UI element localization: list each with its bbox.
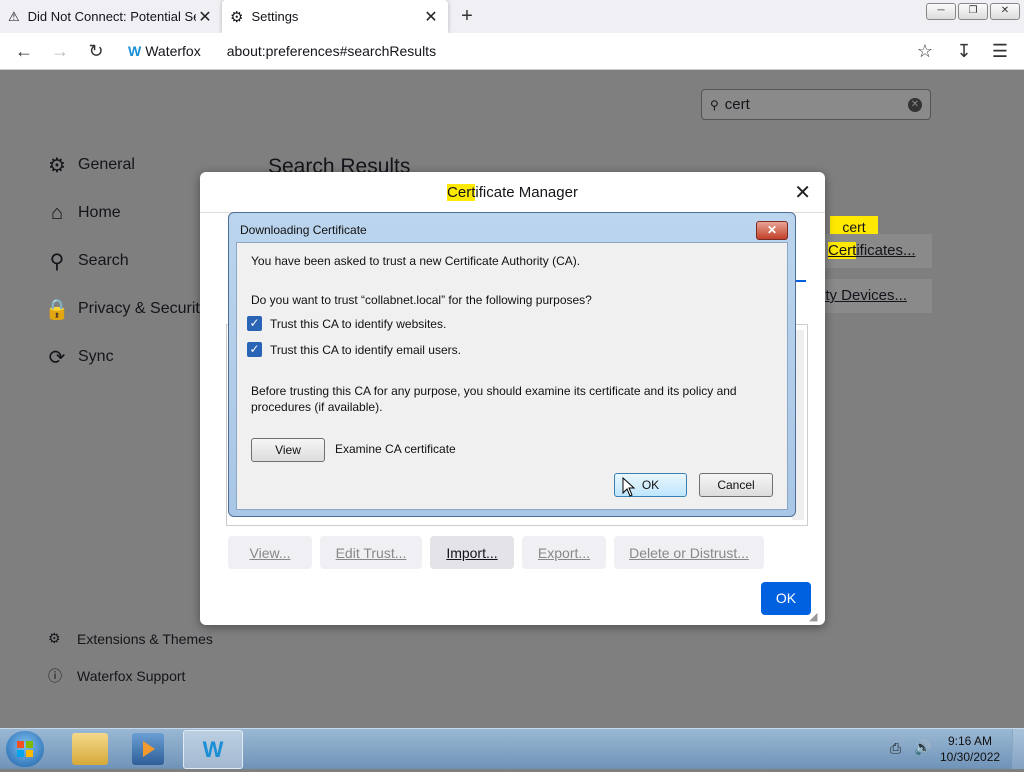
sidebar-item-label: Sync [78, 348, 114, 365]
edit-trust-button[interactable]: Edit Trust... [320, 536, 422, 569]
tab-title: Settings [251, 9, 299, 24]
menu-icon[interactable]: ☰ [989, 40, 1011, 62]
clock[interactable]: 9:16 AM 10/30/2022 [940, 733, 1000, 765]
extensions-themes-link[interactable]: ⚙ Extensions & Themes [48, 630, 213, 647]
sidebar-item-search[interactable]: ⚲ Search [44, 248, 129, 274]
search-value: cert [724, 96, 750, 113]
home-icon: ⌂ [50, 201, 64, 224]
sidebar-item-general[interactable]: ⚙ General [44, 152, 135, 178]
sidebar-item-sync[interactable]: ⟳ Sync [44, 344, 114, 370]
close-tab-icon[interactable]: ✕ [422, 7, 440, 27]
question-text: Do you want to trust “collabnet.local” f… [251, 293, 592, 307]
import-button[interactable]: Import... [430, 536, 514, 569]
cancel-button[interactable]: Cancel [699, 473, 773, 497]
network-icon[interactable]: ⎙ [890, 740, 901, 757]
tab-did-not-connect[interactable]: ⚠ Did Not Connect: Potential Secu ✕ [0, 0, 222, 33]
url-bar[interactable]: W Waterfox about:preferences#searchResul… [120, 36, 900, 66]
puzzle-icon: ⚙ [48, 630, 61, 646]
title-rest: ificate Manager [475, 184, 578, 201]
help-icon: ⓘ [48, 668, 62, 684]
sidebar-item-home[interactable]: ⌂ Home [44, 200, 121, 226]
sidebar-item-privacy[interactable]: 🔒 Privacy & Security [44, 296, 208, 322]
file-explorer-icon[interactable] [72, 733, 108, 765]
date-text: 10/30/2022 [940, 750, 1001, 764]
window-close-icon[interactable]: ✕ [990, 3, 1020, 20]
close-icon[interactable]: ✕ [756, 221, 788, 240]
delete-distrust-button[interactable]: Delete or Distrust... [614, 536, 764, 569]
view-ca-button[interactable]: View [251, 438, 325, 462]
sync-icon: ⟳ [48, 346, 66, 369]
ok-button[interactable]: OK [761, 582, 811, 615]
export-button[interactable]: Export... [522, 536, 606, 569]
brand-label: Waterfox [145, 43, 201, 59]
show-desktop-button[interactable] [1012, 729, 1024, 769]
trust-websites-checkbox-row[interactable]: ✓ Trust this CA to identify websites. [247, 316, 446, 331]
restore-icon[interactable]: ❐ [958, 3, 988, 20]
windows-logo-icon [17, 741, 33, 757]
minimize-icon[interactable]: ─ [926, 3, 956, 20]
dialog-body: You have been asked to trust a new Certi… [236, 242, 788, 510]
media-player-icon[interactable] [132, 733, 164, 765]
taskbar: W ⎙ 🔊 9:16 AM 10/30/2022 [0, 728, 1024, 769]
search-icon: ⚲ [49, 250, 65, 273]
warning-icon: ⚠ [8, 8, 20, 24]
link-label: Extensions & Themes [77, 630, 213, 647]
title-highlight: Cert [447, 184, 476, 201]
checkbox-checked[interactable]: ✓ [247, 316, 262, 331]
downloads-icon[interactable]: ↧ [953, 40, 975, 62]
checkbox-label: Trust this CA to identify email users. [270, 342, 461, 357]
gear-icon: ⚙ [48, 154, 66, 177]
support-link[interactable]: ⓘ Waterfox Support [48, 666, 185, 686]
new-tab-icon[interactable]: + [456, 4, 478, 28]
checkbox-label: Trust this CA to identify websites. [270, 316, 447, 331]
start-button[interactable] [6, 731, 44, 767]
sidebar-item-label: Search [78, 252, 129, 269]
back-icon[interactable]: ← [13, 40, 35, 62]
mouse-cursor-icon [622, 476, 636, 502]
sidebar-item-label: Privacy & Security [78, 300, 208, 317]
intro-text: You have been asked to trust a new Certi… [251, 254, 581, 268]
downloading-certificate-dialog: Downloading Certificate ✕ You have been … [228, 212, 796, 517]
dialog-title: Certificate Manager [200, 184, 825, 201]
security-devices-button[interactable]: rity Devices... [810, 279, 932, 313]
url-text[interactable]: about:preferences#searchResults [227, 43, 436, 59]
resize-grip-icon[interactable]: ◢ [809, 610, 817, 623]
link-label: Waterfox Support [77, 668, 186, 684]
settings-search-input[interactable]: ⚲ cert ✕ [701, 89, 931, 120]
close-icon[interactable]: ✕ [794, 180, 811, 205]
forward-icon[interactable]: → [49, 40, 71, 62]
gear-icon: ⚙ [230, 8, 244, 26]
advice-text: Before trusting this CA for any purpose,… [251, 384, 737, 414]
checkbox-checked[interactable]: ✓ [247, 342, 262, 357]
close-tab-icon[interactable]: ✕ [196, 7, 214, 27]
view-button[interactable]: View... [228, 536, 312, 569]
tab-title: Did Not Connect: Potential Secu [27, 9, 196, 24]
tab-strip: ⚠ Did Not Connect: Potential Secu ✕ ⚙ Se… [0, 0, 1024, 33]
trust-email-checkbox-row[interactable]: ✓ Trust this CA to identify email users. [247, 342, 461, 357]
time-text: 9:16 AM [947, 734, 993, 748]
tab-settings[interactable]: ⚙ Settings ✕ [222, 0, 448, 33]
waterfox-logo-icon: W [202, 737, 224, 762]
examine-label: Examine CA certificate [335, 442, 456, 456]
waterfox-logo-icon: W [128, 43, 142, 59]
dialog-title: Downloading Certificate [240, 223, 367, 237]
button-label: ificates... [856, 242, 916, 259]
clear-search-icon[interactable]: ✕ [908, 97, 922, 112]
volume-icon[interactable]: 🔊 [914, 739, 931, 756]
highlight: Cert [828, 242, 857, 259]
view-certificates-button[interactable]: Certificates... [810, 234, 932, 268]
sidebar-item-label: General [78, 156, 135, 173]
sidebar-item-label: Home [78, 204, 121, 221]
identity-box[interactable]: W Waterfox [120, 43, 201, 59]
waterfox-taskbar-button[interactable]: W [183, 730, 243, 769]
reload-icon[interactable]: ↻ [85, 40, 107, 62]
button-label: rity Devices... [817, 287, 908, 304]
lock-icon: 🔒 [44, 298, 70, 321]
search-icon: ⚲ [710, 97, 719, 112]
bookmark-star-icon[interactable]: ☆ [914, 40, 936, 62]
